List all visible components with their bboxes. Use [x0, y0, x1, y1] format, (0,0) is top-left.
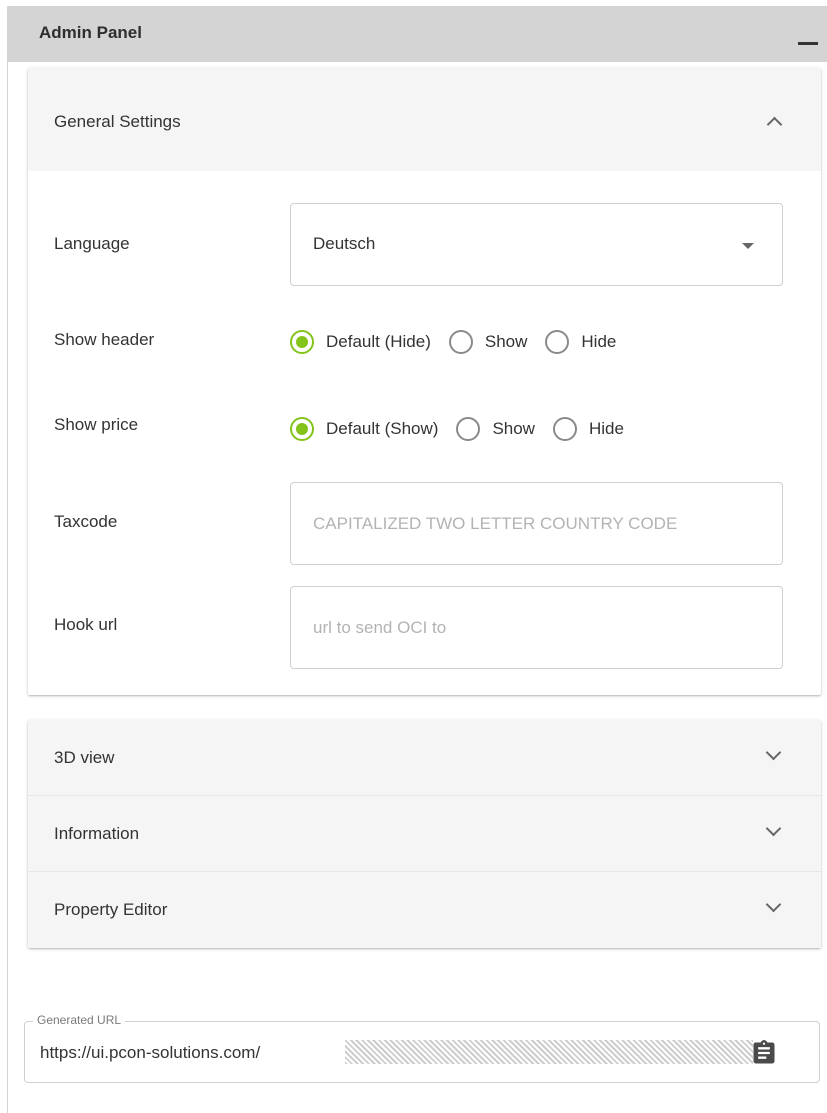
general-settings-title: General Settings [54, 112, 181, 131]
generated-url-field[interactable]: Generated URL https://ui.pcon-solutions.… [24, 1013, 820, 1083]
radio-label: Hide [581, 332, 617, 351]
radio-unchecked-icon[interactable] [545, 330, 570, 354]
radio-label: Default (Hide) [326, 332, 431, 351]
show-price-label: Show price [54, 415, 139, 434]
generated-url-label: Generated URL [33, 1013, 126, 1027]
section-title: Property Editor [54, 900, 168, 919]
show-price-option-hide[interactable]: Hide [552, 417, 624, 441]
chevron-down-icon[interactable] [765, 820, 782, 837]
radio-label: Default (Show) [326, 419, 439, 438]
taxcode-input[interactable] [291, 483, 782, 564]
show-header-option-show[interactable]: Show [448, 330, 528, 354]
redacted-url-segment [345, 1040, 753, 1064]
show-header-option-hide[interactable]: Hide [545, 330, 616, 354]
hook-url-input[interactable] [291, 587, 782, 668]
section-3d-view[interactable]: 3D view [28, 720, 821, 796]
minimize-icon[interactable] [798, 42, 818, 45]
taxcode-label: Taxcode [54, 512, 118, 531]
radio-label: Show [484, 332, 528, 351]
show-price-option-show[interactable]: Show [456, 417, 535, 441]
language-label: Language [54, 234, 130, 253]
clipboard-icon[interactable] [750, 1039, 778, 1067]
radio-label: Show [492, 419, 535, 438]
show-header-option-default[interactable]: Default (Hide) [290, 330, 431, 354]
language-selected-value: Deutsch [313, 234, 376, 253]
generated-url-value[interactable]: https://ui.pcon-solutions.com/ [40, 1043, 260, 1063]
hook-url-field[interactable] [290, 586, 783, 669]
language-select[interactable]: Deutsch [290, 203, 783, 286]
panel-title: Admin Panel [39, 23, 142, 42]
show-header-radio-group: Default (Hide) Show Hide [290, 327, 634, 357]
radio-checked-icon[interactable] [290, 330, 314, 354]
caret-down-icon[interactable] [742, 243, 754, 249]
section-title: Information [54, 824, 140, 843]
general-settings-header[interactable]: General Settings [28, 68, 821, 171]
section-property-editor[interactable]: Property Editor [28, 872, 821, 948]
collapsed-sections-card: 3D view Information Property Editor [28, 720, 821, 948]
radio-checked-icon[interactable] [290, 417, 314, 441]
show-price-option-default[interactable]: Default (Show) [290, 417, 438, 441]
radio-unchecked-icon[interactable] [448, 330, 473, 354]
admin-panel: Admin Panel General Settings Language De… [7, 6, 827, 1113]
hook-url-label: Hook url [54, 615, 118, 634]
show-header-label: Show header [54, 330, 155, 349]
general-settings-card: General Settings Language Deutsch Show h… [28, 68, 821, 695]
radio-unchecked-icon[interactable] [456, 417, 481, 441]
chevron-down-icon[interactable] [765, 744, 782, 761]
show-price-radio-group: Default (Show) Show Hide [290, 414, 642, 444]
radio-unchecked-icon[interactable] [552, 417, 577, 441]
chevron-up-icon[interactable] [766, 116, 783, 133]
radio-label: Hide [588, 419, 624, 438]
chevron-down-icon[interactable] [765, 896, 782, 913]
section-information[interactable]: Information [28, 796, 821, 872]
taxcode-field[interactable] [290, 482, 783, 565]
section-title: 3D view [54, 748, 115, 767]
panel-header: Admin Panel [8, 6, 827, 62]
